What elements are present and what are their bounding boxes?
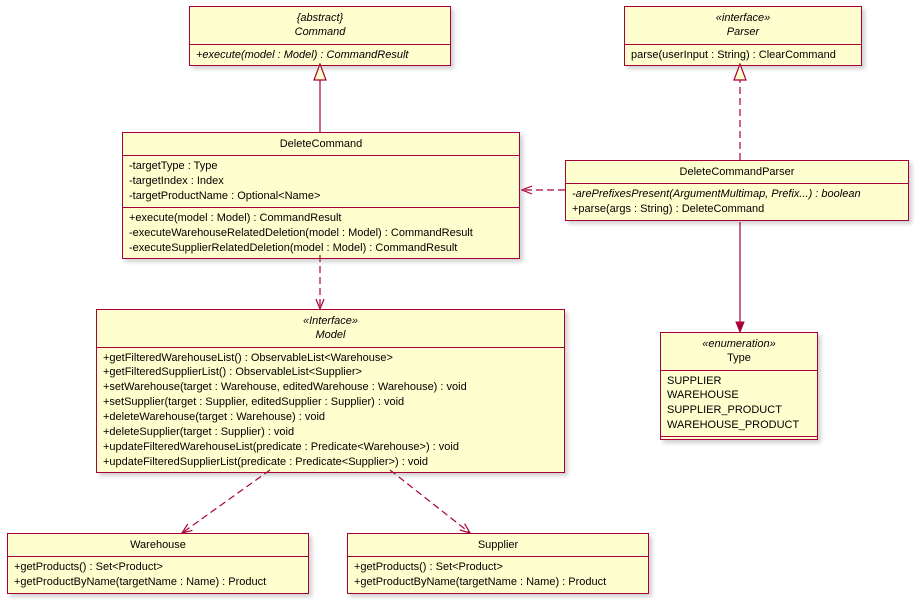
connections-svg — [0, 0, 923, 603]
op-command-0: +execute(model : Model) : CommandResult — [190, 45, 450, 66]
op-dc-1: -executeWarehouseRelatedDeletion(model :… — [129, 226, 513, 241]
stereo-enum: «enumeration» — [669, 337, 809, 351]
op-parser-0: parse(userInput : String) : ClearCommand — [625, 45, 861, 66]
class-name-supplier: Supplier — [356, 538, 640, 552]
op-model-2: +setWarehouse(target : Warehouse, edited… — [103, 380, 558, 395]
op-dc-0: +execute(model : Model) : CommandResult — [129, 211, 513, 226]
class-supplier: Supplier +getProducts() : Set<Product> +… — [347, 533, 649, 594]
op-model-7: +updateFilteredSupplierList(predicate : … — [103, 455, 558, 470]
class-name-model: Model — [105, 328, 556, 342]
attr-dc-1: -targetIndex : Index — [129, 174, 513, 189]
op-sup-0: +getProducts() : Set<Product> — [354, 560, 642, 575]
op-dcp-0: -arePrefixesPresent(ArgumentMultimap, Pr… — [572, 187, 902, 202]
class-name-delete-command: DeleteCommand — [131, 137, 511, 151]
class-name-warehouse: Warehouse — [16, 538, 300, 552]
op-sup-1: +getProductByName(targetName : Name) : P… — [354, 575, 642, 590]
op-dc-2: -executeSupplierRelatedDeletion(model : … — [129, 241, 513, 256]
attr-dc-2: -targetProductName : Optional<Name> — [129, 189, 513, 204]
class-delete-command-parser: DeleteCommandParser -arePrefixesPresent(… — [565, 160, 909, 221]
op-model-6: +updateFilteredWarehouseList(predicate :… — [103, 440, 558, 455]
op-model-5: +deleteSupplier(target : Supplier) : voi… — [103, 425, 558, 440]
op-wh-0: +getProducts() : Set<Product> — [14, 560, 302, 575]
op-model-4: +deleteWarehouse(target : Warehouse) : v… — [103, 410, 558, 425]
class-name-parser: Parser — [633, 25, 853, 39]
class-warehouse: Warehouse +getProducts() : Set<Product> … — [7, 533, 309, 594]
class-name-type: Type — [669, 351, 809, 365]
class-name-command: Command — [198, 25, 442, 39]
class-command: {abstract} Command +execute(model : Mode… — [189, 6, 451, 66]
op-model-3: +setSupplier(target : Supplier, editedSu… — [103, 395, 558, 410]
class-parser: «interface» Parser parse(userInput : Str… — [624, 6, 862, 66]
lit-type-1: WAREHOUSE — [667, 388, 811, 403]
op-model-0: +getFilteredWarehouseList() : Observable… — [103, 351, 558, 366]
op-dcp-1: +parse(args : String) : DeleteCommand — [572, 202, 902, 217]
stereo-interface-parser: «interface» — [633, 11, 853, 25]
lit-type-0: SUPPLIER — [667, 374, 811, 389]
stereo-interface-model: «Interface» — [105, 314, 556, 328]
stereo-abstract: {abstract} — [198, 11, 442, 25]
class-type-enum: «enumeration» Type SUPPLIER WAREHOUSE SU… — [660, 332, 818, 440]
class-model: «Interface» Model +getFilteredWarehouseL… — [96, 309, 565, 473]
attr-dc-0: -targetType : Type — [129, 159, 513, 174]
lit-type-2: SUPPLIER_PRODUCT — [667, 403, 811, 418]
op-model-1: +getFilteredSupplierList() : ObservableL… — [103, 365, 558, 380]
class-delete-command: DeleteCommand -targetType : Type -target… — [122, 132, 520, 259]
class-name-dcp: DeleteCommandParser — [574, 165, 900, 179]
op-wh-1: +getProductByName(targetName : Name) : P… — [14, 575, 302, 590]
lit-type-3: WAREHOUSE_PRODUCT — [667, 418, 811, 433]
